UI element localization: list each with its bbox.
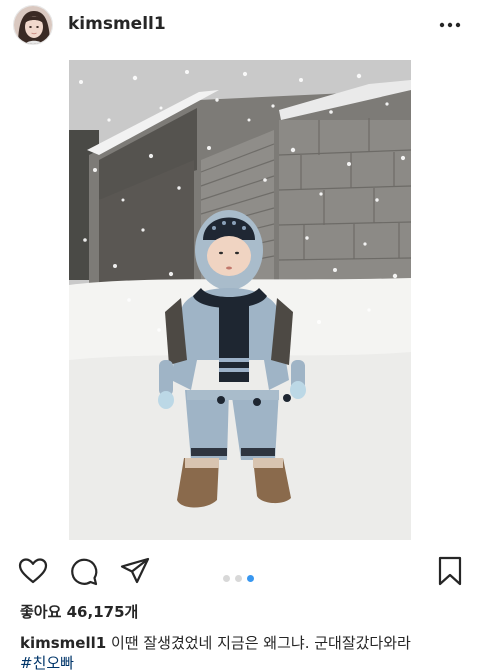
- more-options-icon[interactable]: [438, 13, 462, 37]
- likes-count[interactable]: 좋아요 46,175개: [20, 601, 138, 622]
- username[interactable]: kimsmell1: [68, 14, 166, 34]
- carousel-indicator: [223, 567, 259, 582]
- comment-icon[interactable]: [68, 555, 100, 587]
- heart-icon[interactable]: [17, 555, 49, 587]
- carousel-dot-active: [247, 575, 254, 582]
- post-header: kimsmell1: [0, 0, 480, 52]
- send-icon[interactable]: [119, 555, 151, 587]
- carousel-dot: [235, 575, 242, 582]
- action-bar: [0, 552, 480, 590]
- caption: kimsmell1 이땐 잘생겼었네 지금은 왜그냐. 군대잘갔다와라 #친오빠: [20, 633, 475, 672]
- hashtag-link[interactable]: #친오빠: [20, 654, 74, 672]
- bookmark-icon[interactable]: [434, 555, 466, 587]
- post-media[interactable]: [0, 52, 480, 547]
- carousel-dot: [223, 575, 230, 582]
- caption-text: 이땐 잘생겼었네 지금은 왜그냐. 군대잘갔다와라: [110, 634, 411, 652]
- avatar[interactable]: [13, 5, 53, 45]
- avatar-image: [14, 6, 52, 44]
- post-photo: [69, 60, 411, 540]
- caption-username[interactable]: kimsmell1: [20, 634, 106, 652]
